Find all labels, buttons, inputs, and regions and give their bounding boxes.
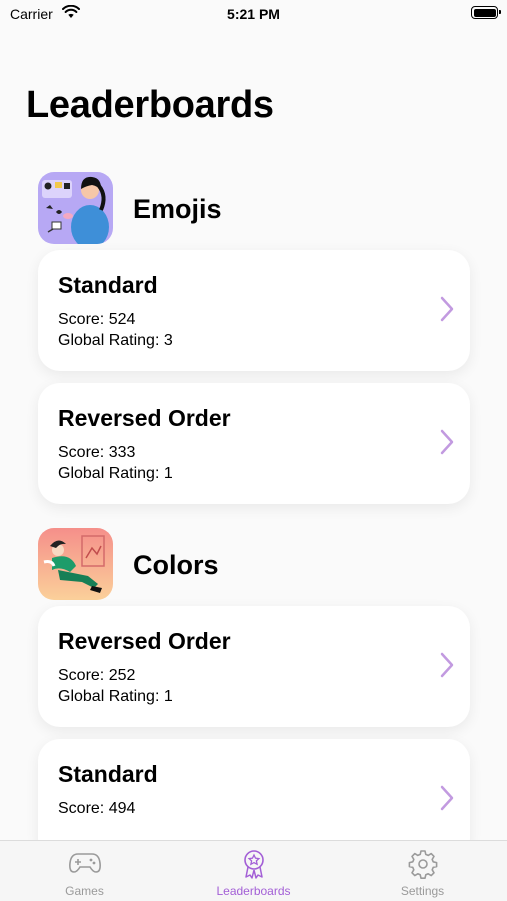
section-header: Colors xyxy=(0,516,507,606)
page-title: Leaderboards xyxy=(26,84,274,126)
card-score: Score: 524 xyxy=(58,311,136,328)
section-colors: Colors Reversed Order Score: 252 Global … xyxy=(0,516,507,840)
leaderboards-list[interactable]: Emojis Standard Score: 524 Global Rating… xyxy=(0,160,507,840)
tab-games[interactable]: Games xyxy=(0,841,169,901)
tab-label: Leaderboards xyxy=(216,884,291,898)
chevron-right-icon xyxy=(440,785,454,816)
emojis-illustration-icon xyxy=(38,172,113,244)
leaderboard-card-reversed-order[interactable]: Reversed Order Score: 333 Global Rating:… xyxy=(38,383,470,504)
card-score: Score: 494 xyxy=(58,800,136,817)
card-title: Standard xyxy=(58,272,158,298)
section-header: Emojis xyxy=(0,160,507,250)
section-title: Colors xyxy=(133,550,219,580)
award-icon xyxy=(169,849,338,879)
tab-bar: Games Leaderboards Settings xyxy=(0,840,507,901)
leaderboard-card-reversed-order[interactable]: Reversed Order Score: 252 Global Rating:… xyxy=(38,606,470,727)
chevron-right-icon xyxy=(440,652,454,683)
tab-leaderboards[interactable]: Leaderboards xyxy=(169,841,338,901)
card-rating: Global Rating: 1 xyxy=(58,688,173,705)
card-title: Reversed Order xyxy=(58,405,231,431)
chevron-right-icon xyxy=(440,296,454,327)
tab-label: Games xyxy=(65,884,104,898)
battery-icon xyxy=(471,6,501,19)
gamepad-icon xyxy=(0,849,169,875)
card-rating: Global Rating: 1 xyxy=(58,465,173,482)
card-score: Score: 333 xyxy=(58,444,136,461)
section-title: Emojis xyxy=(133,194,222,224)
colors-illustration-icon xyxy=(38,528,113,600)
tab-label: Settings xyxy=(400,884,445,898)
section-emojis: Emojis Standard Score: 524 Global Rating… xyxy=(0,160,507,504)
card-rating: Global Rating: 3 xyxy=(58,332,173,349)
tab-settings[interactable]: Settings xyxy=(338,841,507,901)
card-title: Reversed Order xyxy=(58,628,231,654)
status-bar: Carrier 5:21 PM xyxy=(0,0,507,30)
card-score: Score: 252 xyxy=(58,667,136,684)
leaderboard-card-standard[interactable]: Standard Score: 494 xyxy=(38,739,470,840)
leaderboard-card-standard[interactable]: Standard Score: 524 Global Rating: 3 xyxy=(38,250,470,371)
chevron-right-icon xyxy=(440,429,454,460)
card-title: Standard xyxy=(58,761,158,787)
gear-icon xyxy=(338,849,507,879)
status-time: 5:21 PM xyxy=(227,6,280,22)
